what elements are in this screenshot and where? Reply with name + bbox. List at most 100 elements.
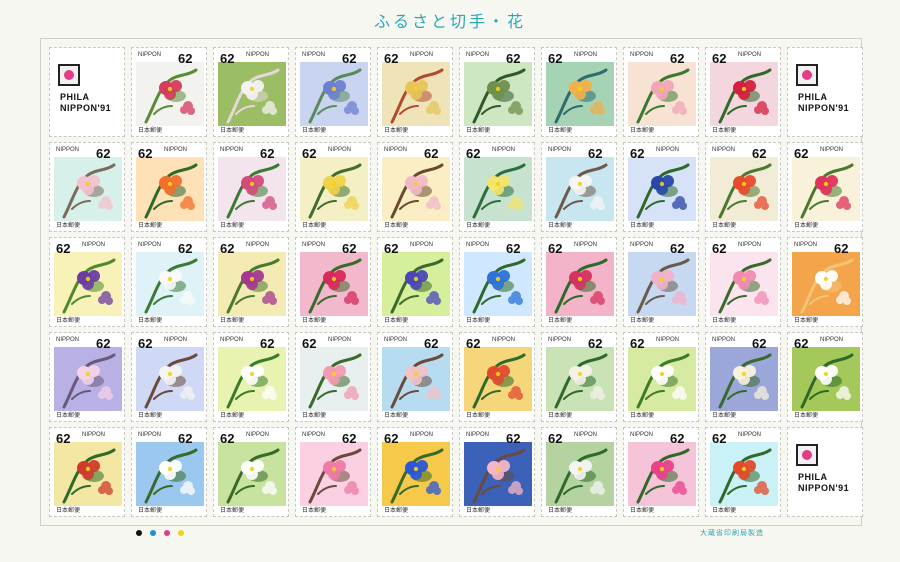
postage-stamp: 62 NIPPON 日本郵便 — [131, 427, 207, 517]
stamp-illustration — [792, 347, 860, 411]
country-jp: 日本郵便 — [302, 127, 327, 134]
postage-stamp: 62 NIPPON 日本郵便 — [131, 332, 207, 422]
face-value: 62 — [834, 241, 849, 256]
country-en: NIPPON — [56, 147, 80, 153]
stamp-cell: 62 NIPPON 日本郵便 — [621, 45, 701, 140]
country-jp: 日本郵便 — [220, 412, 245, 419]
stamp-cell: 62 NIPPON 日本郵便 — [703, 45, 783, 140]
face-value: 62 — [342, 241, 357, 256]
country-en: NIPPON — [138, 52, 162, 58]
country-jp: 日本郵便 — [56, 317, 81, 324]
country-jp: 日本郵便 — [466, 507, 491, 514]
face-value: 62 — [630, 336, 645, 351]
stamp-illustration — [136, 442, 204, 506]
face-value: 62 — [548, 241, 563, 256]
phila-nippon-label: PHILA NIPPON'91 — [49, 47, 125, 137]
stamp-cell: 62 NIPPON 日本郵便 — [621, 330, 701, 425]
stamp-cell: 62 NIPPON 日本郵便 — [293, 235, 373, 330]
postage-stamp: 62 NIPPON 日本郵便 — [295, 142, 371, 232]
face-value: 62 — [384, 241, 399, 256]
country-en: NIPPON — [246, 432, 270, 438]
face-value: 62 — [670, 51, 685, 66]
country-jp: 日本郵便 — [302, 317, 327, 324]
country-en: NIPPON — [220, 147, 244, 153]
stamp-cell: 62 NIPPON 日本郵便 — [129, 330, 209, 425]
country-jp: 日本郵便 — [220, 317, 245, 324]
country-jp: 日本郵便 — [138, 317, 163, 324]
stamp-cell: 62 NIPPON 日本郵便 — [539, 140, 619, 235]
stamp-illustration — [628, 442, 696, 506]
country-en: NIPPON — [630, 52, 654, 58]
country-jp: 日本郵便 — [712, 507, 737, 514]
stamp-cell: 62 NIPPON 日本郵便 — [621, 425, 701, 520]
face-value: 62 — [56, 431, 71, 446]
country-jp: 日本郵便 — [794, 412, 819, 419]
exhibition-logo-icon — [58, 64, 80, 86]
country-en: NIPPON — [220, 337, 244, 343]
country-jp: 日本郵便 — [548, 222, 573, 229]
postage-stamp: 62 NIPPON 日本郵便 — [213, 237, 289, 327]
stamp-grid: PHILA NIPPON'91 62 NIPPON 日本郵便 62 NIPPON… — [40, 38, 865, 526]
face-value: 62 — [466, 336, 481, 351]
stamp-illustration — [300, 62, 368, 126]
stamp-illustration — [464, 252, 532, 316]
stamp-illustration — [628, 347, 696, 411]
face-value: 62 — [178, 51, 193, 66]
face-value: 62 — [260, 336, 275, 351]
postage-stamp: 62 NIPPON 日本郵便 — [459, 332, 535, 422]
postage-stamp: 62 NIPPON 日本郵便 — [49, 427, 125, 517]
face-value: 62 — [220, 241, 235, 256]
country-jp: 日本郵便 — [384, 507, 409, 514]
face-value: 62 — [588, 336, 603, 351]
registration-dot — [136, 530, 142, 536]
country-en: NIPPON — [548, 337, 572, 343]
stamp-cell: 62 NIPPON 日本郵便 — [47, 330, 127, 425]
phila-nippon-label: PHILA NIPPON'91 — [787, 427, 863, 517]
country-en: NIPPON — [410, 52, 434, 58]
country-en: NIPPON — [328, 337, 352, 343]
stamp-illustration — [218, 157, 286, 221]
postage-stamp: 62 NIPPON 日本郵便 — [787, 142, 863, 232]
postage-stamp: 62 NIPPON 日本郵便 — [623, 142, 699, 232]
postage-stamp: 62 NIPPON 日本郵便 — [623, 427, 699, 517]
country-jp: 日本郵便 — [466, 222, 491, 229]
stamp-cell: 62 NIPPON 日本郵便 — [457, 330, 537, 425]
postage-stamp: 62 NIPPON 日本郵便 — [377, 47, 453, 137]
stamp-illustration — [300, 252, 368, 316]
face-value: 62 — [752, 336, 767, 351]
country-en: NIPPON — [410, 242, 434, 248]
country-en: NIPPON — [574, 52, 598, 58]
stamp-cell: 62 NIPPON 日本郵便 — [211, 45, 291, 140]
face-value: 62 — [588, 146, 603, 161]
country-en: NIPPON — [138, 242, 162, 248]
postage-stamp: 62 NIPPON 日本郵便 — [213, 142, 289, 232]
country-jp: 日本郵便 — [220, 127, 245, 134]
country-jp: 日本郵便 — [548, 412, 573, 419]
stamp-cell: 62 NIPPON 日本郵便 — [129, 140, 209, 235]
face-value: 62 — [630, 146, 645, 161]
stamp-illustration — [136, 157, 204, 221]
stamp-cell: 62 NIPPON 日本郵便 — [785, 330, 865, 425]
face-value: 62 — [260, 146, 275, 161]
country-en: NIPPON — [328, 147, 352, 153]
face-value: 62 — [548, 51, 563, 66]
country-en: NIPPON — [794, 242, 818, 248]
registration-dot — [178, 530, 184, 536]
country-jp: 日本郵便 — [56, 507, 81, 514]
face-value: 62 — [670, 241, 685, 256]
face-value: 62 — [712, 241, 727, 256]
face-value: 62 — [302, 146, 317, 161]
country-jp: 日本郵便 — [630, 507, 655, 514]
postage-stamp: 62 NIPPON 日本郵便 — [623, 47, 699, 137]
country-en: NIPPON — [492, 337, 516, 343]
stamp-illustration — [546, 62, 614, 126]
country-jp: 日本郵便 — [794, 222, 819, 229]
stamp-illustration — [546, 347, 614, 411]
country-jp: 日本郵便 — [302, 412, 327, 419]
stamp-cell: 62 NIPPON 日本郵便 — [375, 425, 455, 520]
country-jp: 日本郵便 — [466, 127, 491, 134]
stamp-cell: 62 NIPPON 日本郵便 — [129, 425, 209, 520]
stamp-illustration — [792, 252, 860, 316]
face-value: 62 — [178, 241, 193, 256]
stamp-cell: 62 NIPPON 日本郵便 — [539, 425, 619, 520]
